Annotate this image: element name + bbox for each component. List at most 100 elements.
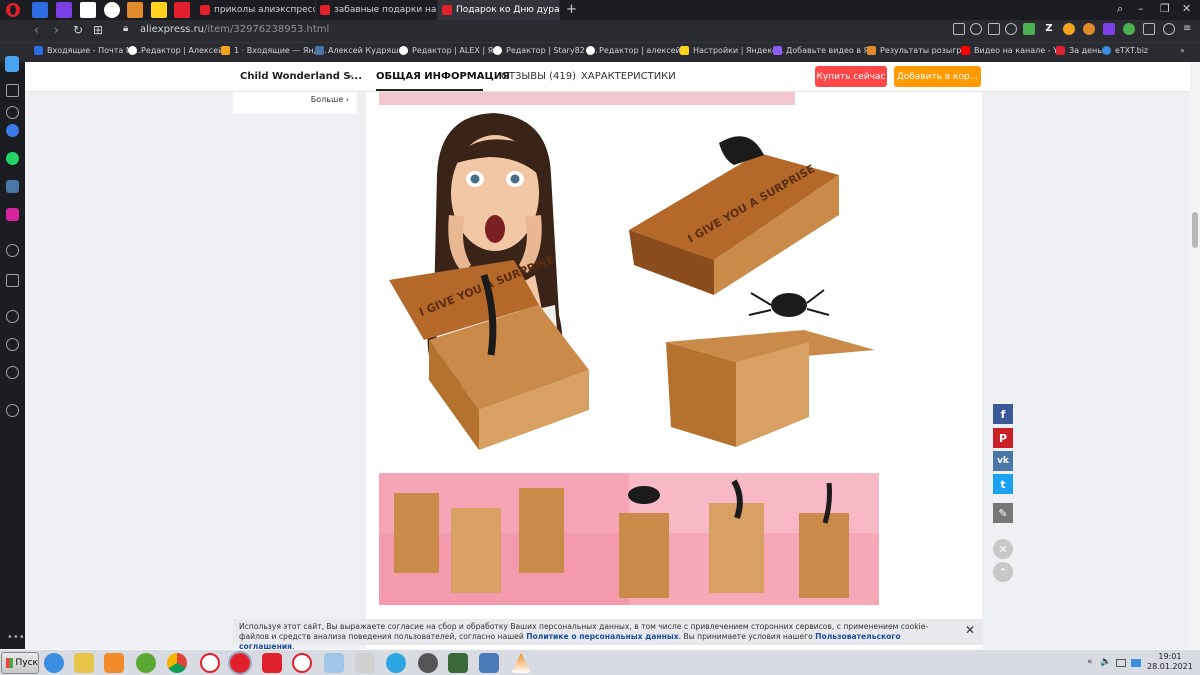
bookmark-item[interactable]: Редактор | алексей...	[586, 46, 688, 55]
chevron-down-icon[interactable]: ⌄	[347, 70, 355, 80]
bookmark-item[interactable]: Редактор | ALEX | Я...	[399, 46, 501, 55]
minimize-button[interactable]: –	[1138, 2, 1144, 15]
chrome-icon[interactable]	[167, 653, 187, 673]
utorrent-icon[interactable]	[136, 653, 156, 673]
heart-icon[interactable]	[1005, 23, 1017, 35]
pinned-tab-mail-icon[interactable]	[32, 2, 48, 18]
yandex-icon[interactable]	[262, 653, 282, 673]
pinned-tab-app-icon[interactable]	[127, 2, 143, 18]
bookmark-item[interactable]: eTXT.biz	[1102, 46, 1148, 55]
twitter-share-icon[interactable]: t	[993, 474, 1013, 494]
page-scrollbar[interactable]	[1190, 62, 1200, 649]
lock-icon[interactable]: 🔒︎	[123, 23, 128, 34]
scrollbar-thumb[interactable]	[1192, 212, 1198, 248]
buy-now-button[interactable]: Купить сейчас	[815, 66, 887, 87]
terminal-icon[interactable]	[448, 653, 468, 673]
facebook-share-icon[interactable]: f	[993, 404, 1013, 424]
menu-icon[interactable]: ≡	[1183, 23, 1195, 35]
opera-icon[interactable]	[228, 651, 252, 675]
extension-green-icon[interactable]	[1123, 23, 1135, 35]
heart-icon[interactable]	[6, 310, 19, 323]
tab-active-product[interactable]: Подарок ко Дню дурака дер ✕	[438, 0, 560, 20]
close-share-icon[interactable]: ✕	[993, 539, 1013, 559]
send-icon[interactable]	[6, 274, 19, 287]
edit-icon[interactable]: ✎	[993, 503, 1013, 523]
pinned-tab-ad-icon[interactable]	[56, 2, 72, 18]
clock[interactable]: 19:01 28.01.2021	[1147, 652, 1193, 672]
url-field[interactable]: aliexpress.ru/item/32976238953.html	[140, 24, 329, 35]
speed-dial-icon[interactable]: ⊞	[93, 23, 103, 37]
pinned-tab-g-icon[interactable]	[174, 2, 190, 18]
yandex-browser-icon[interactable]	[200, 653, 220, 673]
privacy-policy-link[interactable]: Политике о персональных данных	[526, 632, 678, 641]
vk-icon[interactable]	[6, 180, 19, 193]
whatsapp-icon[interactable]	[6, 152, 19, 165]
tab-overview[interactable]: ОБЩАЯ ИНФОРМАЦИЯ	[376, 71, 510, 82]
ie-icon[interactable]	[44, 653, 64, 673]
scroll-up-icon[interactable]: ⌃	[993, 562, 1013, 582]
more-link[interactable]: Больше ›	[311, 95, 349, 104]
close-window-button[interactable]: ✕	[1182, 2, 1191, 15]
bookmark-item[interactable]: Настройки | Яндекс...	[680, 46, 784, 55]
magic-wand-icon[interactable]	[355, 653, 375, 673]
more-icon[interactable]: •••	[7, 632, 25, 643]
telegram-icon[interactable]	[386, 653, 406, 673]
send-icon[interactable]	[988, 23, 1000, 35]
film-reel-icon[interactable]	[418, 653, 438, 673]
vk-share-icon[interactable]: vk	[993, 451, 1013, 471]
tab-yandex-search[interactable]: приколы алиэкспресс — Янд ✕	[196, 0, 316, 20]
discover-icon[interactable]	[6, 106, 19, 119]
product-image-collage[interactable]	[379, 473, 879, 605]
new-tab-button[interactable]: +	[566, 2, 577, 17]
extensions-box-icon[interactable]	[1143, 23, 1155, 35]
account-icon[interactable]	[1163, 23, 1175, 35]
z-extension-icon[interactable]: Z	[1043, 23, 1055, 35]
home-icon[interactable]	[6, 84, 19, 97]
pinned-tab-doc-icon[interactable]	[80, 2, 96, 18]
bookmark-item[interactable]: Результаты розыгр...	[867, 46, 969, 55]
store-name[interactable]: Child Wonderland S...	[240, 71, 362, 82]
yandex-browser-icon[interactable]	[292, 653, 312, 673]
add-to-cart-button[interactable]: Добавить в кор...	[894, 66, 981, 87]
tray-expand-icon[interactable]: «	[1087, 657, 1093, 667]
forward-button[interactable]: ›	[54, 23, 59, 37]
bookmark-item[interactable]: Редактор | Алексей...	[128, 46, 231, 55]
settings-icon[interactable]	[6, 366, 19, 379]
reload-button[interactable]: ↻	[73, 23, 83, 37]
history-icon[interactable]	[6, 338, 19, 351]
tab-specs[interactable]: ХАРАКТЕРИСТИКИ	[581, 71, 676, 82]
bookmarks-overflow[interactable]: »	[1180, 46, 1185, 55]
paint-icon[interactable]	[324, 653, 344, 673]
camera-icon[interactable]	[953, 23, 965, 35]
bookmark-item[interactable]: 1 · Входящие — Янд...	[221, 46, 327, 55]
instagram-icon[interactable]	[6, 208, 19, 221]
download-extension-icon[interactable]	[1023, 23, 1035, 35]
close-cookie-icon[interactable]: ✕	[965, 624, 975, 636]
tab-funny-gifts[interactable]: забавные подарки на АлиЭк ✕	[316, 0, 438, 20]
product-image-main[interactable]: I GIVE YOU A SURPRISE I GIVE YOU A SURPR…	[379, 105, 879, 472]
messenger-icon[interactable]	[6, 124, 19, 137]
control-panel-icon[interactable]	[479, 653, 499, 673]
media-player-icon[interactable]	[104, 653, 124, 673]
tray-sound-icon[interactable]: 🔈	[1100, 657, 1111, 667]
extension-orange-icon[interactable]	[1083, 23, 1095, 35]
extension-yellow-icon[interactable]	[1063, 23, 1075, 35]
search-tabs-icon[interactable]: ⌕	[1117, 2, 1123, 16]
bookmark-item[interactable]: Добавьте видео в Я...	[773, 46, 877, 55]
bookmark-item[interactable]: За день	[1056, 46, 1102, 55]
extension-purple-icon[interactable]	[1103, 23, 1115, 35]
pinned-tab-star-icon[interactable]	[104, 2, 120, 18]
bookmark-item[interactable]: Входящие - Почта М...	[34, 46, 140, 55]
bookmark-item[interactable]: Алексей Кудряшов	[315, 46, 408, 55]
bookmark-item[interactable]: Видео на канале - Y...	[961, 46, 1064, 55]
tray-keyboard-icon[interactable]	[1116, 659, 1126, 667]
speed-dial-icon[interactable]	[5, 56, 19, 72]
maximize-button[interactable]: ❐	[1160, 2, 1170, 15]
pinned-tab-a-icon[interactable]	[151, 2, 167, 18]
start-button[interactable]: Пуск	[1, 652, 39, 674]
back-button[interactable]: ‹	[34, 23, 39, 37]
shield-icon[interactable]	[970, 23, 982, 35]
bookmark-item[interactable]: Редактор | Stary82 |...	[493, 46, 598, 55]
pinterest-share-icon[interactable]: P	[993, 428, 1013, 448]
lightbulb-icon[interactable]	[6, 404, 19, 417]
